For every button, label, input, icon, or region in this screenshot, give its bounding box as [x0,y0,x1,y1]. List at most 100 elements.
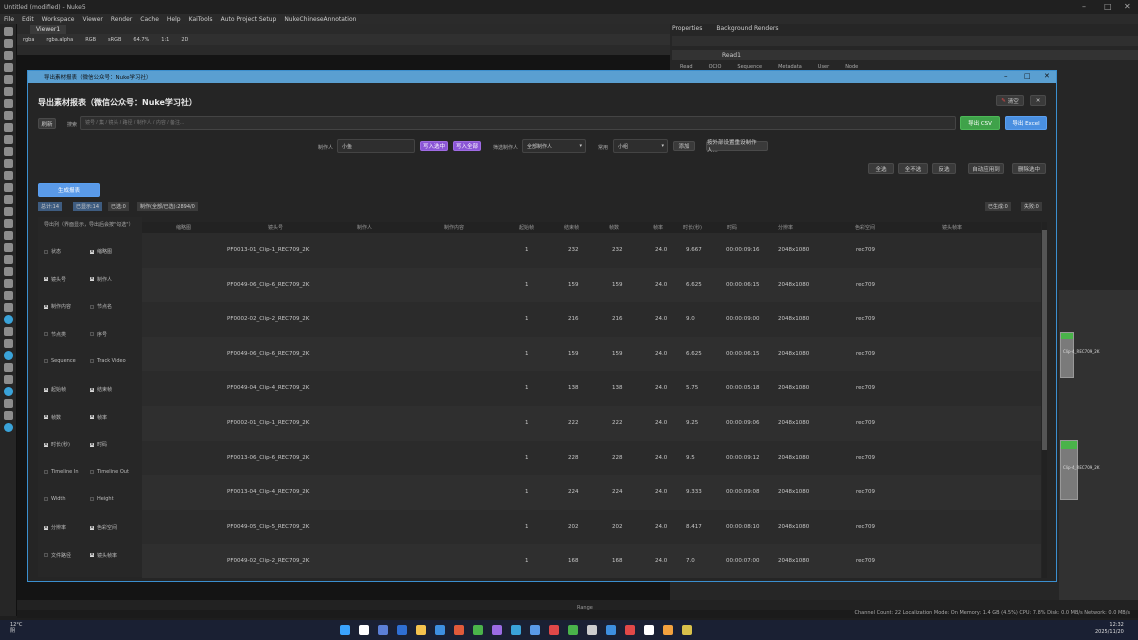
close-icon[interactable]: ✕ [1044,72,1050,80]
taskbar-app-icon[interactable] [663,625,673,635]
menu-item[interactable]: Render [111,16,132,23]
column-header[interactable]: 镜头号 [268,224,283,231]
column-checkbox[interactable]: 文件路径 [44,552,71,559]
node-tool-icon[interactable] [4,87,13,96]
taskbar-app-icon[interactable] [682,625,692,635]
column-checkbox[interactable]: 节点类 [44,331,66,338]
column-checkbox[interactable]: ✕ 时长(秒) [44,441,70,448]
column-checkbox[interactable]: 序号 [90,331,107,338]
viewer-control[interactable]: sRGB [108,37,121,43]
column-checkbox[interactable]: 节点名 [90,303,112,310]
delete-selected-button[interactable]: 删除选中 [1012,163,1046,174]
column-checkbox[interactable]: Timeline Out [90,469,129,475]
viewer-control[interactable]: RGB [85,37,96,43]
write-selected-button[interactable]: 写入选中 [420,141,448,151]
column-header[interactable]: 制作人 [357,224,372,231]
viewer-control[interactable]: 1:1 [161,37,169,43]
column-header[interactable]: 结束帧 [564,224,579,231]
table-row[interactable]: PF0013-06_Clip-6_REC709_2K 1 228 228 24.0 9.5… [142,441,1041,476]
taskbar-app-icon[interactable] [568,625,578,635]
dialog-close-button[interactable]: ✕ [1030,95,1046,106]
column-header[interactable]: 色彩空间 [855,224,875,231]
taskbar-app-icon[interactable] [644,625,654,635]
node-tool-icon[interactable] [4,135,13,144]
node-tool-icon[interactable] [4,219,13,228]
taskbar-app-icon[interactable] [549,625,559,635]
weather-widget[interactable]: 12°C 阴 [10,622,22,634]
node-tool-icon[interactable] [4,27,13,36]
dialog-titlebar[interactable]: 导出素材报表（微信公众号：Nuke学习社） – □ ✕ [28,71,1056,83]
select-all-button[interactable]: 全选 [868,163,894,174]
node-tool-icon[interactable] [4,303,13,312]
minimize-icon[interactable]: – [1004,72,1008,80]
viewer-control[interactable]: 2D [181,37,188,43]
node-tool-icon[interactable] [4,51,13,60]
node-tool-icon[interactable] [4,387,13,396]
read-node-thumb[interactable]: Clip-4_REC709_2K [1060,440,1099,500]
search-input[interactable] [80,116,956,130]
taskbar-app-icon[interactable] [587,625,597,635]
table-row[interactable]: PF0049-05_Clip-5_REC709_2K 1 202 202 24.0 8.4… [142,510,1041,545]
menu-item[interactable]: Help [167,16,181,23]
taskbar-app-icon[interactable] [454,625,464,635]
column-checkbox[interactable]: 状态 [44,248,61,255]
taskbar-app-icon[interactable] [606,625,616,635]
clock[interactable]: 12:32 2025/11/20 [1095,622,1124,636]
node-tool-icon[interactable] [4,411,13,420]
taskbar-app-icon[interactable] [473,625,483,635]
node-tool-icon[interactable] [4,39,13,48]
node-tool-icon[interactable] [4,147,13,156]
column-checkbox[interactable]: ✕ 帧率 [90,414,107,421]
taskbar-app-icon[interactable] [416,625,426,635]
clear-button[interactable]: ✎ 清空 [996,95,1024,106]
node-tool-icon[interactable] [4,351,13,360]
column-header[interactable]: 镜头帧率 [942,224,962,231]
node-tool-icon[interactable] [4,183,13,192]
column-checkbox[interactable]: ✕ 分辨率 [44,524,66,531]
column-checkbox[interactable]: ✕ 帧数 [44,414,61,421]
taskbar-app-icon[interactable] [378,625,388,635]
node-tool-icon[interactable] [4,159,13,168]
select-none-button[interactable]: 全不选 [898,163,928,174]
menu-item[interactable]: Auto Project Setup [221,16,277,23]
node-tool-icon[interactable] [4,75,13,84]
node-tool-icon[interactable] [4,171,13,180]
table-row[interactable]: PF0049-04_Clip-4_REC709_2K 1 138 138 24.0 5.7… [142,371,1041,406]
column-checkbox[interactable]: ✕ 镜头帧率 [90,552,117,559]
menu-item[interactable]: File [4,16,14,23]
viewer-control[interactable]: 64.7% [133,37,149,43]
minimize-icon[interactable]: – [1082,2,1086,11]
table-row[interactable]: PF0013-01_Clip-1_REC709_2K 1 232 232 24.0 9.6… [142,233,1041,268]
viewer-control[interactable]: rgba [23,37,34,43]
add-button[interactable]: 添加 [673,141,695,151]
column-checkbox[interactable]: ✕ 制作内容 [44,303,71,310]
node-tool-icon[interactable] [4,423,13,432]
column-header[interactable]: 帧率 [653,224,663,231]
column-checkbox[interactable]: ✕ 色彩空间 [90,524,117,531]
scrollbar-thumb[interactable] [1042,230,1047,450]
menu-item[interactable]: Viewer [82,16,102,23]
node-tool-icon[interactable] [4,255,13,264]
node-tool-icon[interactable] [4,63,13,72]
write-all-button[interactable]: 写入全部 [453,141,481,151]
node-tool-icon[interactable] [4,231,13,240]
auto-apply-button[interactable]: 自动应用到 [968,163,1004,174]
column-checkbox[interactable]: ✕ 缩略图 [90,248,112,255]
node-tool-icon[interactable] [4,279,13,288]
export-csv-button[interactable]: 导出 CSV [960,116,1000,130]
taskbar-app-icon[interactable] [435,625,445,635]
export-excel-button[interactable]: 导出 Excel [1005,116,1047,130]
taskbar-app-icon[interactable] [530,625,540,635]
table-row[interactable]: PF0049-06_Clip-6_REC709_2K 1 159 159 24.0 6.6… [142,336,1041,372]
taskbar-app-icon[interactable] [492,625,502,635]
column-header[interactable]: 制作内容 [444,224,464,231]
taskbar-app-icon[interactable] [625,625,635,635]
tab-viewer1[interactable]: Viewer1 [30,25,67,34]
menu-item[interactable]: NukeChineseAnnotation [284,16,356,23]
node-tool-icon[interactable] [4,399,13,408]
menu-item[interactable]: Cache [140,16,159,23]
menu-item[interactable]: Workspace [42,16,75,23]
column-checkbox[interactable]: Width [44,496,66,502]
read-node-thumb[interactable]: Clip-4_REC709_2K [1060,332,1099,378]
column-header[interactable]: 时长(秒) [683,224,702,231]
